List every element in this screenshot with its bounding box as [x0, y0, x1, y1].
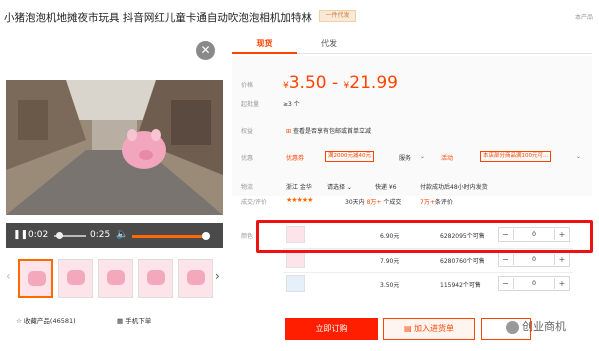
express-fee: 快递 ¥6 — [375, 184, 397, 191]
cart-icon: ▤ — [403, 324, 415, 333]
tab-dropship[interactable]: 代发 — [304, 34, 354, 54]
duration-time: 0:25 — [90, 230, 111, 240]
plus-icon[interactable]: + — [555, 253, 569, 266]
rights-icon: ⊞ — [286, 128, 293, 135]
rights-value[interactable]: ⊞ 查看是否享有包邮或首单立减 — [286, 126, 371, 135]
price-label: 价格 — [241, 82, 254, 89]
sku-highlight-box — [256, 220, 593, 253]
current-time: 0:02 — [28, 230, 49, 240]
tab-in-stock[interactable]: 现货 — [232, 34, 297, 54]
video-controls: ❚❚ 0:02 0:25 🔈 — [6, 223, 223, 248]
shipping-label: 物流 — [241, 184, 254, 191]
quantity-input[interactable]: 0 — [513, 254, 555, 265]
dropship-badge: 一件代发 — [319, 10, 356, 22]
sku-stock: 6280760个可售 — [440, 258, 485, 265]
thumbnail[interactable] — [98, 259, 133, 298]
ship-to-select[interactable]: 请选择 ⌄ — [327, 182, 352, 191]
volume-slider[interactable] — [132, 235, 205, 238]
sku-price: 3.50元 — [380, 282, 400, 289]
progress-handle[interactable] — [56, 232, 63, 239]
pause-icon[interactable]: ❚❚ — [13, 230, 28, 240]
prev-arrow-icon[interactable]: ‹ — [6, 269, 11, 283]
sku-stock: 115942个可售 — [440, 282, 481, 289]
rating-label: 成交/评价 — [241, 199, 268, 206]
rating-stars: ★★★★★ — [286, 196, 313, 204]
sku-thumbnail[interactable] — [286, 275, 305, 292]
rights-label: 权益 — [241, 128, 254, 135]
product-video[interactable] — [6, 80, 223, 215]
discount-tag: 优惠券 — [286, 155, 305, 162]
service-label: 服务 — [399, 155, 412, 162]
supply-tabs: 现货 代发 — [232, 34, 592, 54]
order-now-button[interactable]: 立即订购 — [285, 318, 378, 340]
coupon-store[interactable]: 本店部分商品满100元可... — [480, 151, 552, 162]
quantity-stepper: − 0 + — [498, 252, 570, 267]
volume-icon[interactable]: 🔈 — [116, 229, 128, 240]
moq-label: 起批量 — [241, 101, 260, 108]
price-range: ¥3.50 - ¥21.99 — [283, 73, 398, 93]
deal-count: 30天内 8万+ 个成交 — [345, 199, 402, 206]
chevron-down-icon[interactable]: ⌄ — [576, 153, 581, 160]
qrcode-icon: ▦ — [117, 317, 126, 325]
wechat-icon — [506, 320, 519, 334]
add-to-cart-button[interactable]: ▤ 加入进货单 — [383, 318, 475, 340]
minus-icon[interactable]: − — [499, 253, 512, 266]
chevron-down-icon[interactable]: ⌄ — [420, 153, 425, 160]
plus-icon[interactable]: + — [555, 277, 569, 290]
quantity-stepper: − 0 + — [498, 276, 570, 291]
mobile-order-button[interactable]: ▦ 手机下单 — [117, 315, 151, 325]
product-title: 小猪泡泡机地摊夜市玩具 抖音网红儿童卡通自动吹泡泡相机加特林 — [4, 12, 312, 24]
next-arrow-icon[interactable]: › — [215, 269, 220, 283]
review-count[interactable]: 7万+条评价 — [420, 197, 453, 206]
thumbnail[interactable] — [58, 259, 93, 298]
sku-thumbnail[interactable] — [286, 251, 305, 268]
thumbnail-strip: ‹ › — [6, 259, 226, 301]
video-frame-image — [6, 80, 223, 215]
thumbnail[interactable] — [18, 259, 53, 298]
coupon-40[interactable]: 满2000元减40元 — [325, 151, 374, 162]
thumbnail[interactable] — [178, 259, 213, 298]
minus-icon[interactable]: − — [499, 277, 512, 290]
quantity-input[interactable]: 0 — [513, 278, 555, 289]
color-label: 颜色 — [241, 233, 254, 240]
ship-note: 付款成功后48小时内发货 — [420, 184, 488, 191]
promo-tag: 活动 — [441, 155, 454, 162]
favorite-button[interactable]: ☆ 收藏产品(46581) — [16, 315, 76, 325]
corner-text: 本产品 — [574, 14, 593, 21]
moq-value: ≥3 个 — [283, 101, 300, 108]
close-icon[interactable]: ✕ — [196, 41, 215, 60]
discount-label: 优惠 — [241, 155, 254, 162]
ship-from: 浙江 金华 — [286, 184, 312, 191]
volume-handle[interactable] — [202, 232, 210, 240]
thumbnail[interactable] — [138, 259, 173, 298]
watermark: 创业商机 — [506, 318, 598, 340]
sku-row: 3.50元 115942个可售 − 0 + — [283, 273, 573, 295]
star-icon: ☆ — [16, 317, 24, 325]
sku-price: 7.90元 — [380, 258, 400, 265]
